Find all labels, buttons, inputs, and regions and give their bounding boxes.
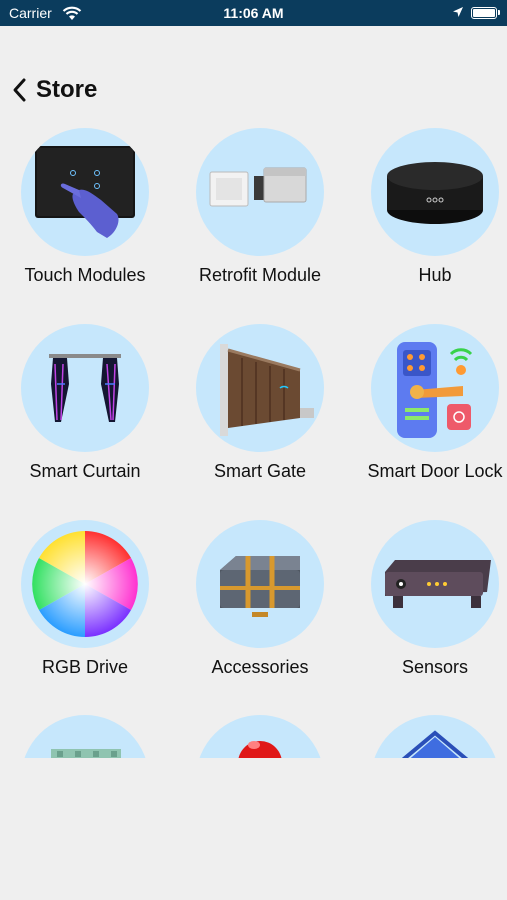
product-tile-smart-door-lock[interactable]: Smart Door Lock	[350, 324, 507, 519]
product-label: Retrofit Module	[198, 265, 322, 285]
product-label: RGB Drive	[41, 657, 128, 677]
back-button[interactable]: Store	[12, 76, 97, 104]
battery-icon	[471, 7, 497, 19]
product-tile-home[interactable]	[350, 715, 507, 758]
product-tile-rgb-drive[interactable]: RGB Drive	[0, 520, 170, 715]
hub-icon	[371, 128, 499, 256]
case-icon	[196, 520, 324, 648]
status-bar: Carrier 11:06 AM	[0, 0, 507, 26]
product-label: Smart Gate	[213, 461, 307, 481]
product-grid: Touch Modules Retrofit Module Hub Smart …	[0, 128, 507, 758]
battery-tip	[498, 10, 500, 15]
product-label: Hub	[418, 265, 452, 285]
siren-icon	[196, 715, 324, 758]
touch-module-icon	[21, 128, 149, 256]
product-tile-smart-curtain[interactable]: Smart Curtain	[0, 324, 170, 519]
page-title: Store	[36, 76, 98, 103]
product-label: Accessories	[211, 657, 309, 677]
product-tile-retrofit-module[interactable]: Retrofit Module	[175, 128, 345, 323]
door-lock-icon	[371, 324, 499, 452]
product-tile-smart-gate[interactable]: Smart Gate	[175, 324, 345, 519]
product-tile-sensors[interactable]: Sensors	[350, 520, 507, 715]
navigation-bar: Store	[0, 70, 507, 110]
house-icon	[371, 715, 499, 758]
chevron-left-icon	[13, 78, 26, 102]
product-tile-touch-modules[interactable]: Touch Modules	[0, 128, 170, 323]
location-icon	[453, 7, 463, 17]
gate-icon	[196, 324, 324, 452]
curtain-icon	[21, 324, 149, 452]
led-strip-icon	[21, 715, 149, 758]
product-tile-accessories[interactable]: Accessories	[175, 520, 345, 715]
product-tile-hub[interactable]: Hub	[350, 128, 507, 323]
product-label: Smart Door Lock	[367, 461, 503, 481]
product-label: Touch Modules	[24, 265, 146, 285]
product-label: Sensors	[401, 657, 469, 677]
color-wheel-icon	[21, 520, 149, 648]
product-tile-led-strip[interactable]	[0, 715, 170, 758]
retrofit-module-icon	[196, 128, 324, 256]
product-tile-siren[interactable]	[175, 715, 345, 758]
sensor-icon	[371, 520, 499, 648]
clock: 11:06 AM	[223, 5, 284, 21]
product-label: Smart Curtain	[29, 461, 141, 481]
